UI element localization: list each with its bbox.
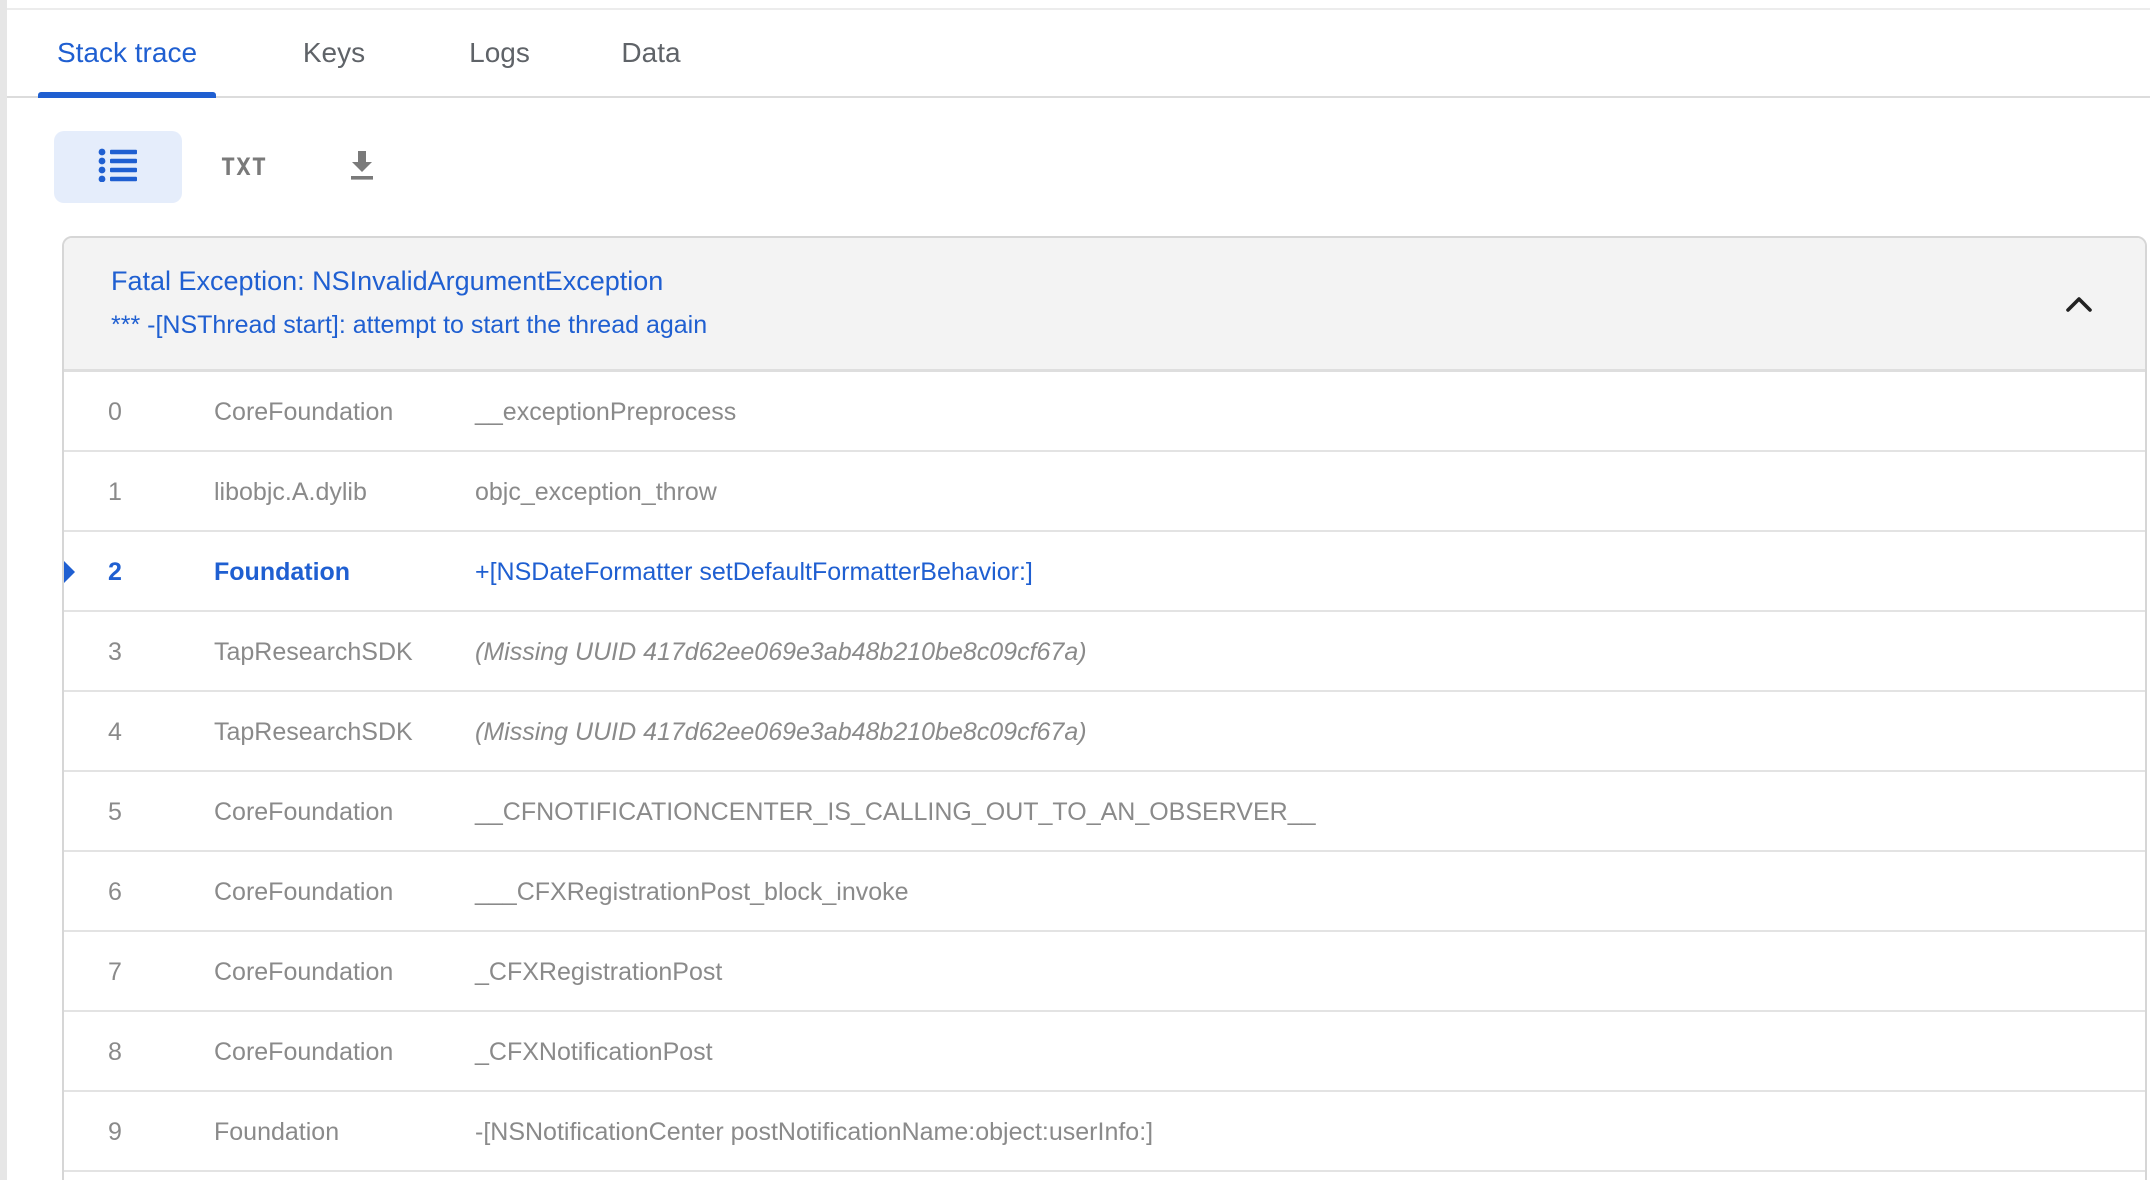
chevron-up-icon: [2065, 295, 2093, 318]
list-view-button[interactable]: [54, 131, 182, 203]
exception-card: Fatal Exception: NSInvalidArgumentExcept…: [62, 236, 2147, 1180]
tab-keys[interactable]: Keys: [287, 10, 381, 96]
frame-library: CoreFoundation: [214, 958, 394, 986]
exception-title: Fatal Exception: NSInvalidArgumentExcept…: [111, 266, 664, 296]
frame-symbol: objc_exception_throw: [475, 478, 717, 506]
download-icon: [348, 149, 376, 186]
frame-index: 0: [108, 398, 122, 426]
tab-stack-trace[interactable]: Stack trace: [38, 10, 216, 98]
stack-frame-row[interactable]: 4 TapResearchSDK (Missing UUID 417d62ee0…: [64, 692, 2145, 772]
stack-frame-row[interactable]: 3 TapResearchSDK (Missing UUID 417d62ee0…: [64, 612, 2145, 692]
tab-logs[interactable]: Logs: [447, 10, 552, 96]
frame-index: 2: [108, 558, 122, 586]
active-tab-indicator: [38, 92, 216, 98]
text-view-button[interactable]: TXT: [194, 131, 294, 203]
frame-library: Foundation: [214, 1118, 340, 1146]
frame-index: 4: [108, 718, 122, 746]
frame-library: CoreFoundation: [214, 878, 394, 906]
download-button[interactable]: [322, 131, 402, 203]
frame-library: libobjc.A.dylib: [214, 478, 367, 506]
tab-logs-label: Logs: [469, 37, 530, 68]
frame-symbol: (Missing UUID 417d62ee069e3ab48b210be8c0…: [475, 718, 1087, 746]
exception-header[interactable]: Fatal Exception: NSInvalidArgumentExcept…: [64, 238, 2145, 372]
frame-library: CoreFoundation: [214, 798, 394, 826]
frame-index: 3: [108, 638, 122, 666]
frame-index: 9: [108, 1118, 122, 1146]
frame-index: 7: [108, 958, 122, 986]
txt-label: TXT: [220, 153, 268, 181]
frame-library: Foundation: [214, 558, 351, 586]
exception-message: *** -[NSThread start]: attempt to start …: [111, 311, 708, 339]
list-icon: [98, 148, 138, 187]
tab-data[interactable]: Data: [607, 10, 695, 96]
frame-index: 1: [108, 478, 122, 506]
stack-frame-row[interactable]: 8 CoreFoundation _CFXNotificationPost: [64, 1012, 2145, 1092]
stack-frame-row[interactable]: 0 CoreFoundation __exceptionPreprocess: [64, 372, 2145, 452]
frame-library: CoreFoundation: [214, 1038, 394, 1066]
frame-index: 5: [108, 798, 122, 826]
frame-symbol: ___CFXRegistrationPost_block_invoke: [475, 878, 909, 906]
frame-symbol: __CFNOTIFICATIONCENTER_IS_CALLING_OUT_TO…: [475, 798, 1316, 826]
frame-symbol: _CFXNotificationPost: [475, 1038, 713, 1066]
stack-frame-row[interactable]: 5 CoreFoundation __CFNOTIFICATIONCENTER_…: [64, 772, 2145, 852]
frame-library: TapResearchSDK: [214, 638, 413, 666]
collapse-button[interactable]: [2061, 288, 2097, 324]
frame-symbol: -[NSNotificationCenter postNotificationN…: [475, 1118, 1154, 1146]
stack-trace-page: Stack trace Keys Logs Data TXT Fatal Exc…: [0, 0, 2150, 1180]
frame-index: 6: [108, 878, 122, 906]
stack-frame-row[interactable]: 7 CoreFoundation _CFXRegistrationPost: [64, 932, 2145, 1012]
frame-symbol: _CFXRegistrationPost: [475, 958, 723, 986]
tab-keys-label: Keys: [302, 37, 366, 68]
frame-symbol: (Missing UUID 417d62ee069e3ab48b210be8c0…: [475, 638, 1087, 666]
tab-stack-trace-label: Stack trace: [56, 37, 198, 68]
frame-index: 8: [108, 1038, 122, 1066]
stack-frame-row[interactable]: 9 Foundation -[NSNotificationCenter post…: [64, 1092, 2145, 1172]
triangle-marker-icon: [64, 559, 75, 585]
tab-bar: Stack trace Keys Logs Data: [7, 10, 2150, 98]
frame-symbol: +[NSDateFormatter setDefaultFormatterBeh…: [475, 558, 1033, 586]
frame-symbol: __exceptionPreprocess: [475, 398, 737, 426]
frame-library: TapResearchSDK: [214, 718, 413, 746]
top-divider: [7, 0, 2150, 10]
frame-library: CoreFoundation: [214, 398, 394, 426]
tab-data-label: Data: [621, 37, 681, 68]
stack-frame-row[interactable]: 6 CoreFoundation ___CFXRegistrationPost_…: [64, 852, 2145, 932]
stack-frame-row[interactable]: 1 libobjc.A.dylib objc_exception_throw: [64, 452, 2145, 532]
stack-frame-row-highlighted[interactable]: 2 Foundation +[NSDateFormatter setDefaul…: [64, 532, 2145, 612]
